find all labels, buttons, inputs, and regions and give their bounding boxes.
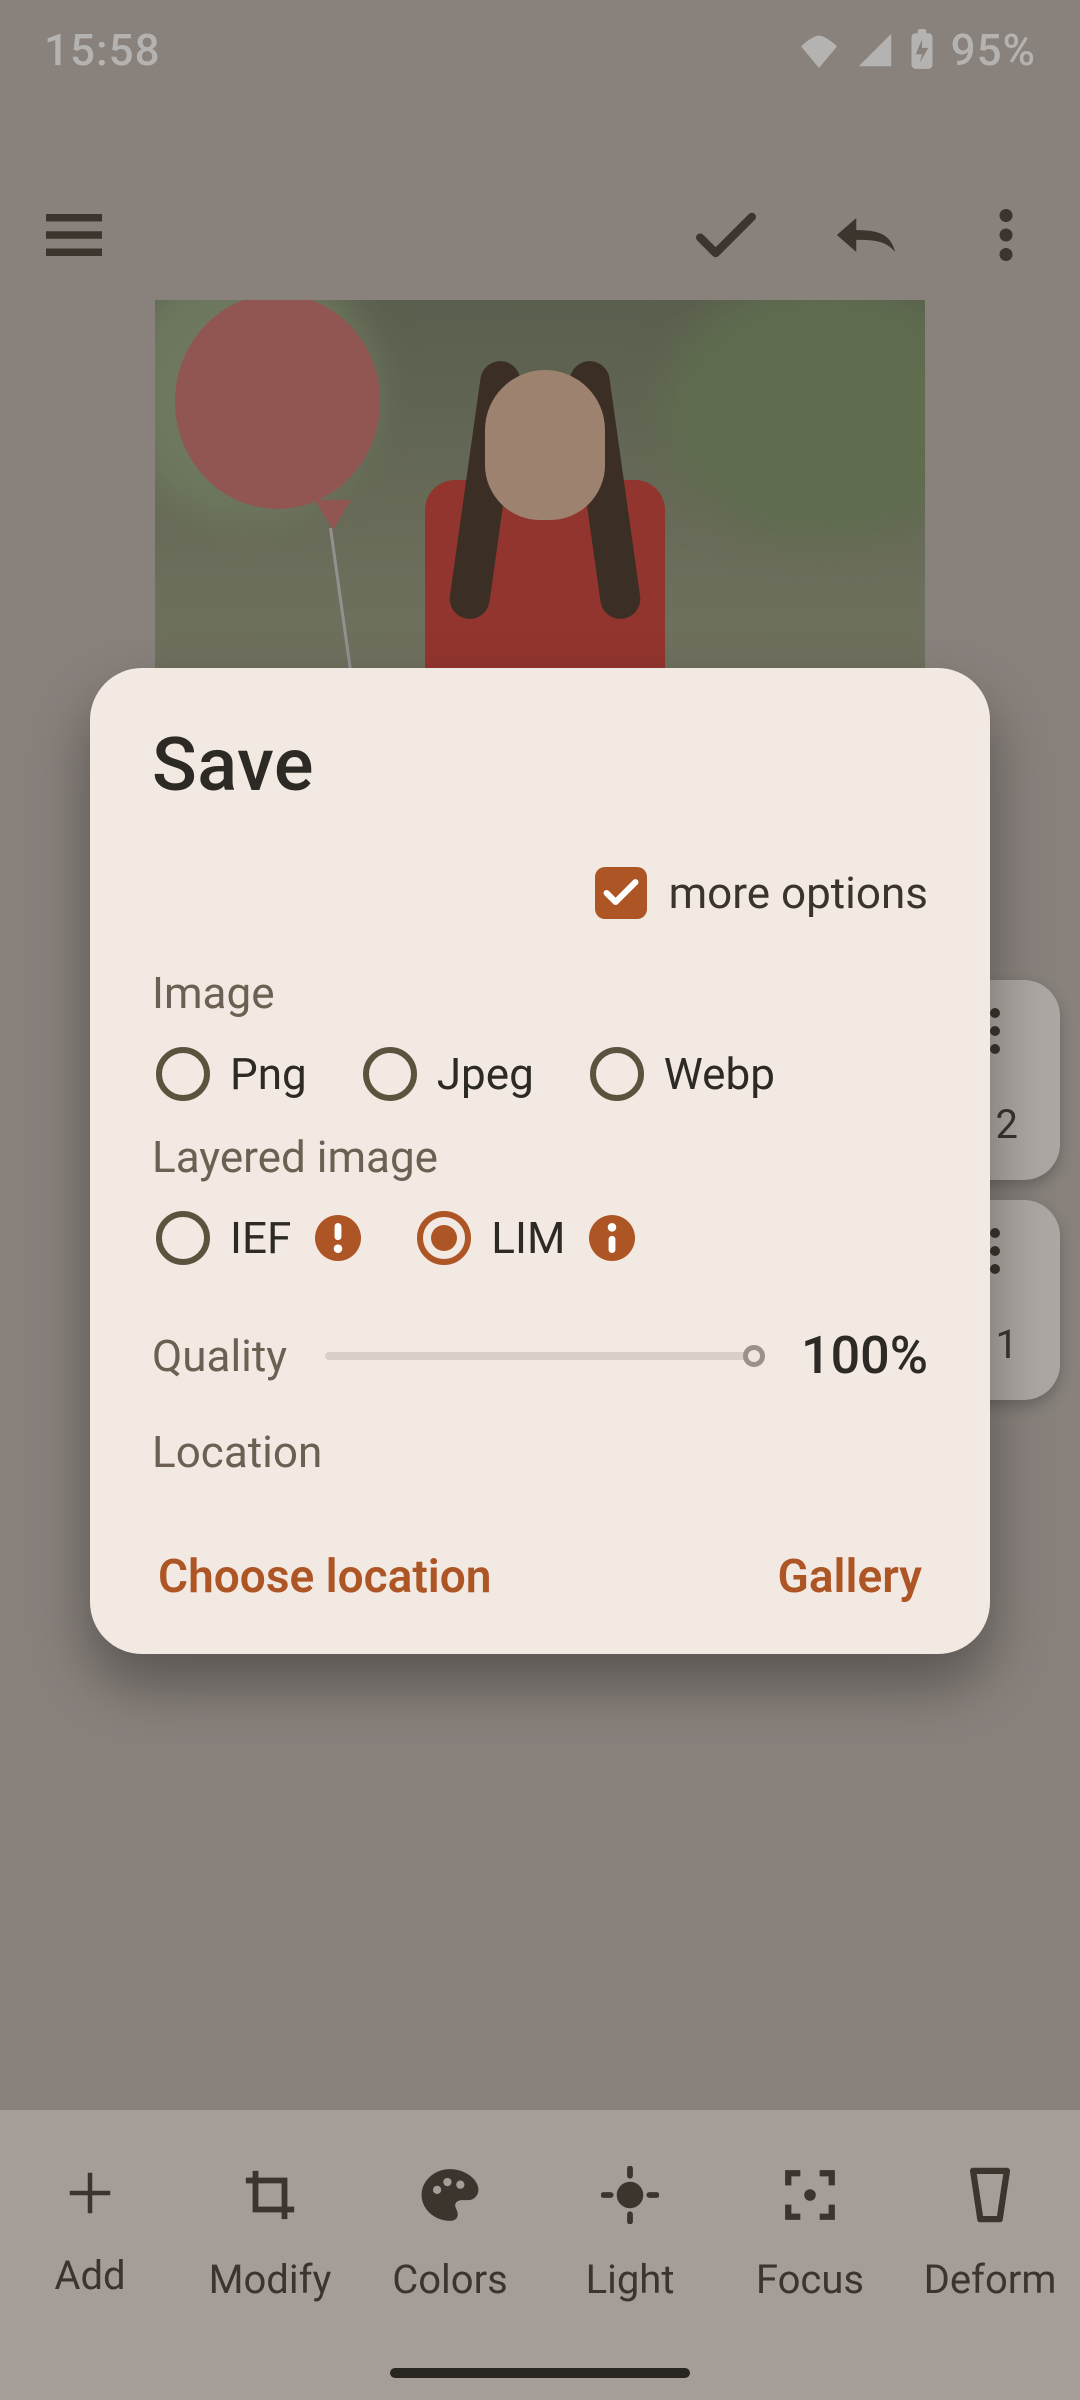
radio-webp[interactable]: Webp (590, 1047, 775, 1101)
radio-icon (590, 1047, 644, 1101)
radio-jpeg[interactable]: Jpeg (363, 1047, 534, 1101)
quality-label: Quality (152, 1330, 287, 1382)
section-image: Image (152, 967, 928, 1019)
more-options-checkbox[interactable] (595, 867, 647, 919)
radio-ief[interactable]: IEF (156, 1211, 361, 1265)
warning-icon[interactable] (315, 1215, 361, 1261)
layered-format-group: IEF LIM (156, 1211, 928, 1265)
dialog-title: Save (152, 722, 928, 809)
radio-label: Jpeg (437, 1048, 534, 1100)
quality-slider[interactable] (325, 1352, 763, 1360)
choose-location-button[interactable]: Choose location (158, 1550, 491, 1604)
section-location: Location (152, 1426, 928, 1478)
radio-icon (156, 1211, 210, 1265)
info-icon[interactable] (589, 1215, 635, 1261)
radio-label: LIM (491, 1212, 565, 1264)
radio-icon (156, 1047, 210, 1101)
gallery-button[interactable]: Gallery (777, 1550, 922, 1604)
radio-label: Png (230, 1048, 307, 1100)
quality-value: 100% (801, 1325, 928, 1386)
radio-label: IEF (230, 1212, 291, 1264)
image-format-group: Png Jpeg Webp (156, 1047, 928, 1101)
radio-lim[interactable]: LIM (417, 1211, 635, 1265)
radio-icon (363, 1047, 417, 1101)
slider-thumb[interactable] (743, 1345, 765, 1367)
radio-icon (417, 1211, 471, 1265)
more-options-label: more options (669, 867, 928, 919)
save-dialog: Save more options Image Png Jpeg Webp La… (90, 668, 990, 1654)
radio-label: Webp (664, 1048, 775, 1100)
radio-png[interactable]: Png (156, 1047, 307, 1101)
section-layered: Layered image (152, 1131, 928, 1183)
